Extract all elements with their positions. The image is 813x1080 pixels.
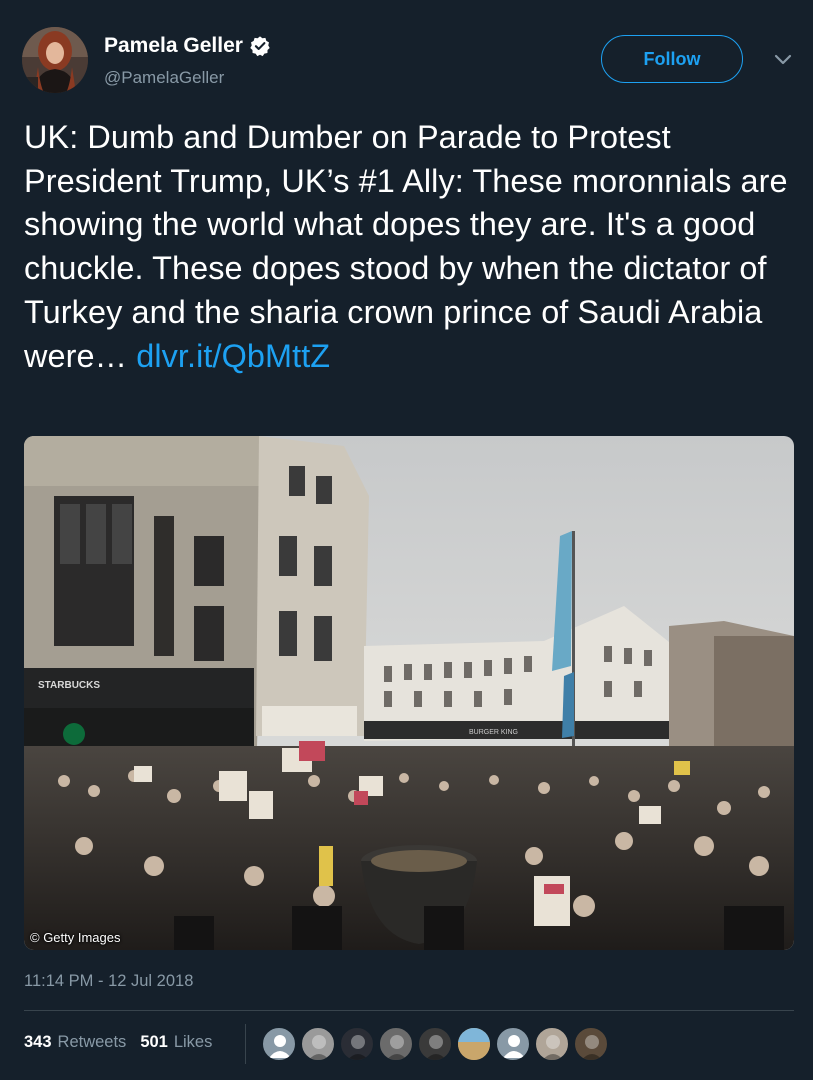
tweet-stats: 343 Retweets 501 Likes	[24, 1033, 226, 1052]
user-handle[interactable]: @PamelaGeller	[104, 68, 224, 88]
verified-badge-icon	[249, 35, 271, 57]
default-avatar-icon[interactable]	[496, 1027, 530, 1061]
default-avatar-icon[interactable]	[262, 1027, 296, 1061]
portrait-avatar-icon[interactable]	[535, 1027, 569, 1061]
retweets-stat[interactable]: 343 Retweets	[24, 1033, 126, 1052]
follow-button[interactable]: Follow	[601, 35, 743, 83]
tweet-text: UK: Dumb and Dumber on Parade to Protest…	[24, 116, 794, 378]
dark-avatar-icon[interactable]	[340, 1027, 374, 1061]
likes-count: 501	[140, 1033, 168, 1051]
tweet-link[interactable]: dlvr.it/QbMttZ	[136, 338, 330, 374]
liker-avatars	[262, 1027, 613, 1061]
starbucks-sign: STARBUCKS	[38, 680, 100, 691]
user-name[interactable]: Pamela Geller	[104, 34, 243, 58]
tweet-timestamp[interactable]: 11:14 PM - 12 Jul 2018	[24, 972, 193, 991]
tweet-header: Pamela Geller @PamelaGeller Follow	[0, 0, 813, 110]
photo-credit: © Getty Images	[30, 930, 121, 945]
bw-avatar-icon[interactable]	[418, 1027, 452, 1061]
portrait-avatar-icon[interactable]	[379, 1027, 413, 1061]
tweet-photo[interactable]: STARBUCKS BURGER KING	[24, 436, 794, 950]
chevron-down-icon[interactable]	[770, 50, 796, 70]
portrait-avatar-icon[interactable]	[301, 1027, 335, 1061]
landscape-avatar-icon[interactable]	[457, 1027, 491, 1061]
likes-label: Likes	[173, 1033, 213, 1051]
stats-separator	[245, 1024, 246, 1064]
retweets-count: 343	[24, 1033, 52, 1051]
retweets-label: Retweets	[57, 1033, 127, 1051]
user-avatar[interactable]	[22, 27, 88, 93]
portrait-avatar-icon[interactable]	[574, 1027, 608, 1061]
likes-stat[interactable]: 501 Likes	[140, 1033, 212, 1052]
tweet-body: UK: Dumb and Dumber on Parade to Protest…	[24, 119, 788, 374]
divider-top	[24, 1010, 794, 1011]
burger-king-sign: BURGER KING	[469, 729, 518, 736]
name-row: Pamela Geller	[104, 34, 271, 58]
